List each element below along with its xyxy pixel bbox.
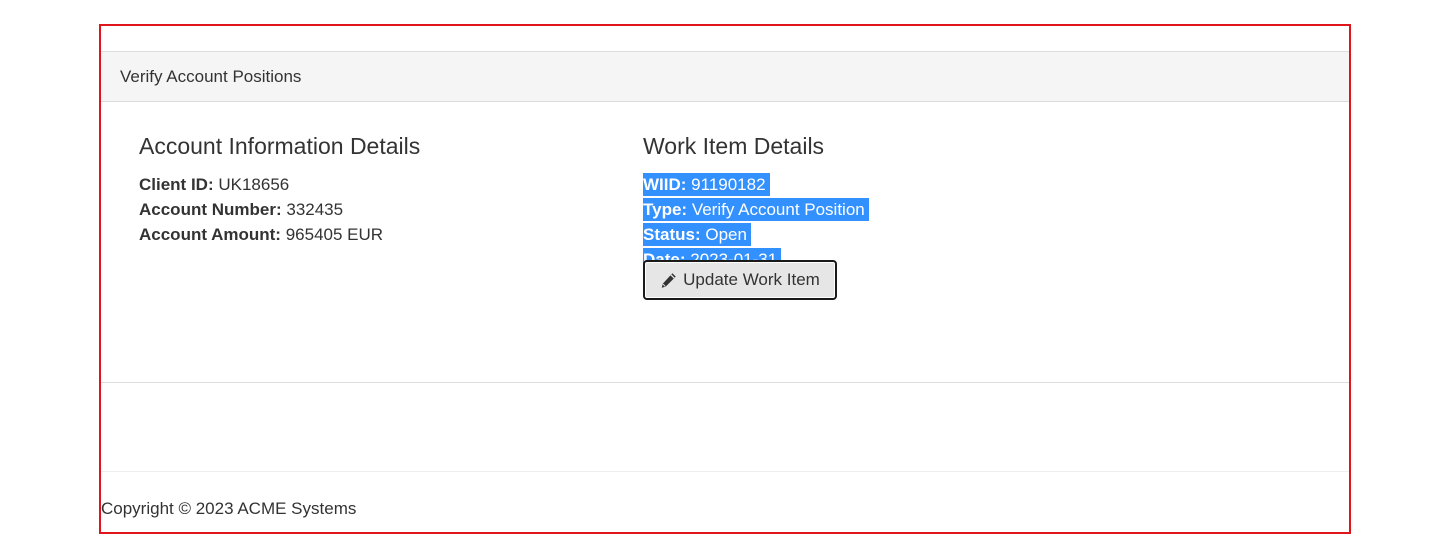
work-item-title: Work Item Details (643, 133, 825, 159)
wiid-value: 91190182 (691, 175, 766, 194)
status-value: Open (705, 225, 747, 244)
work-item-section: Work Item Details WIID: 91190182 Type: V… (643, 132, 1143, 300)
pencil-icon (660, 272, 677, 289)
account-amount-value: 965405 EUR (285, 225, 384, 244)
panel-heading: Verify Account Positions (101, 52, 1349, 102)
status-row: Status: Open (643, 222, 1143, 247)
update-work-item-label: Update Work Item (683, 270, 820, 289)
account-number-value: 332435 (286, 200, 344, 219)
account-info-section: Account Information Details Client ID: U… (139, 132, 599, 247)
account-info-title: Account Information Details (139, 133, 421, 159)
app-frame: Verify Account Positions Account Informa… (99, 24, 1351, 534)
account-amount-label: Account Amount: (139, 225, 281, 244)
client-id-row: Client ID: UK18656 (139, 172, 599, 197)
wiid-row: WIID: 91190182 (643, 172, 1143, 197)
wiid-label: WIID: (643, 175, 687, 194)
account-amount-row: Account Amount: 965405 EUR (139, 222, 599, 247)
panel: Verify Account Positions Account Informa… (101, 51, 1349, 383)
update-work-item-button[interactable]: Update Work Item (643, 260, 837, 300)
status-label: Status: (643, 225, 701, 244)
footer-copyright: Copyright © 2023 ACME Systems (101, 499, 357, 518)
type-row: Type: Verify Account Position (643, 197, 1143, 222)
account-number-row: Account Number: 332435 (139, 197, 599, 222)
type-label: Type: (643, 200, 688, 219)
type-value: Verify Account Position (691, 200, 865, 219)
client-id-label: Client ID: (139, 175, 214, 194)
client-id-value: UK18656 (218, 175, 290, 194)
footer-divider (101, 471, 1349, 472)
account-number-label: Account Number: (139, 200, 282, 219)
